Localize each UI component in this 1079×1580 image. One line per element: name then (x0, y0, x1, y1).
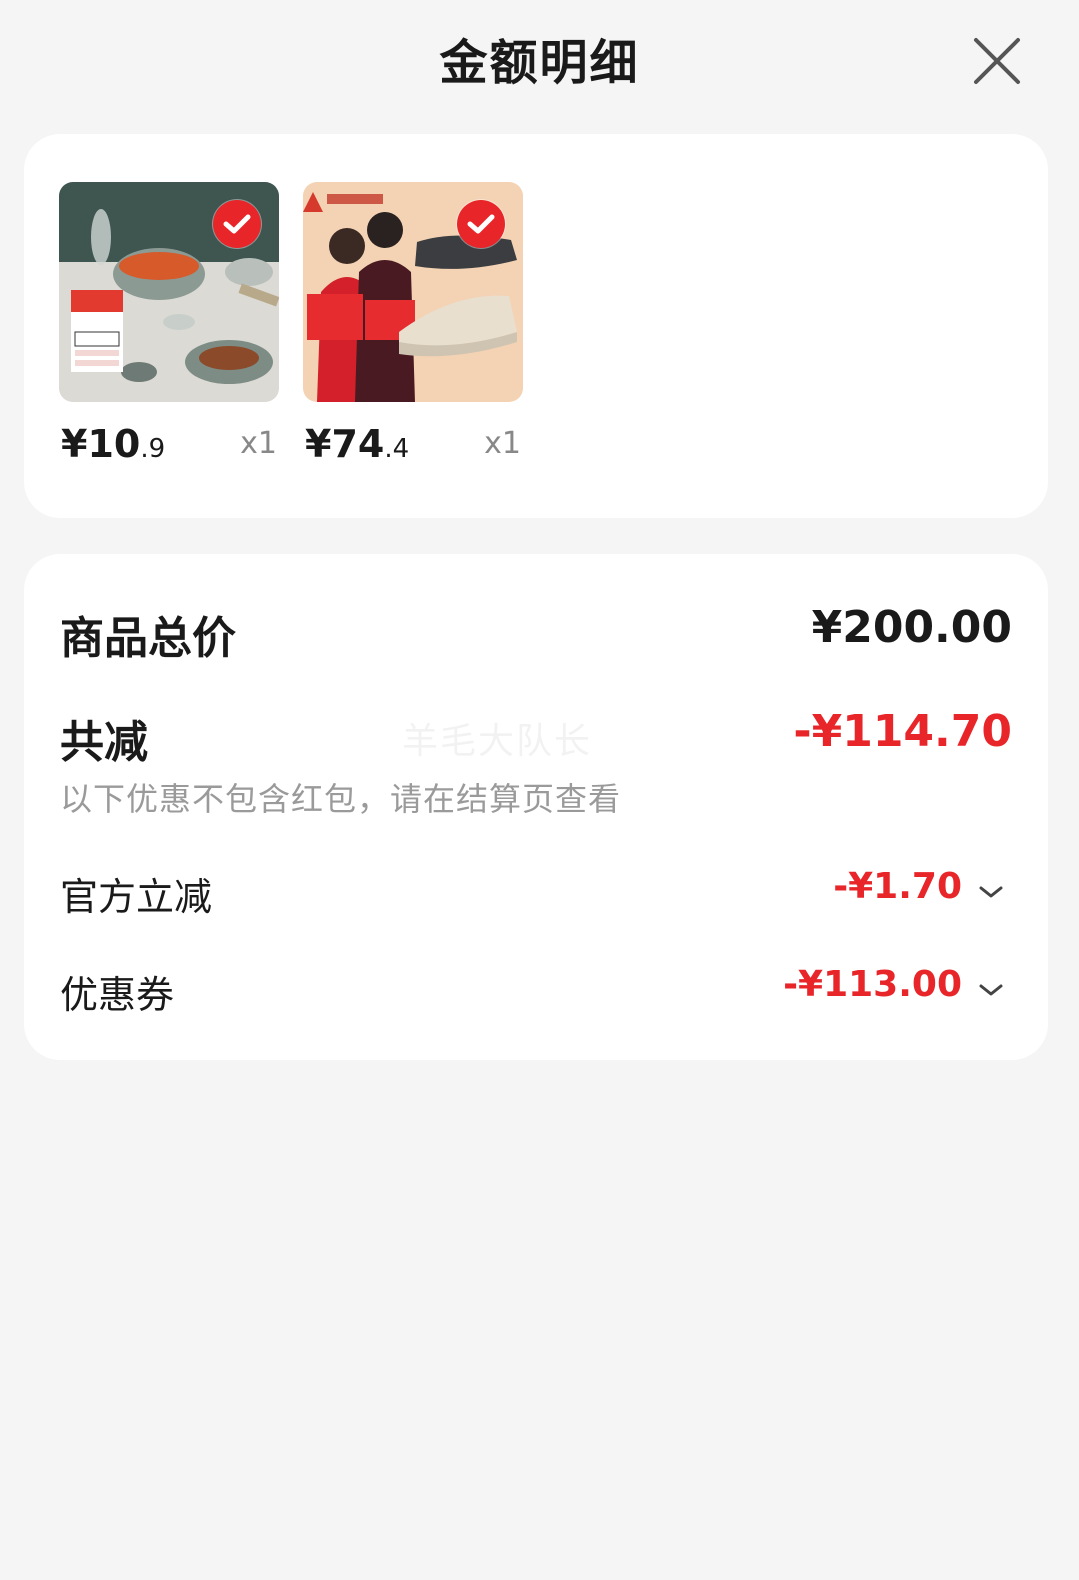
total-discount-row: 共减 -¥114.70 (60, 706, 1012, 768)
close-button[interactable] (966, 30, 1028, 92)
close-icon (974, 38, 1020, 84)
product-price: ¥74.4 (305, 422, 409, 466)
sheet-header: 金额明细 (0, 0, 1079, 130)
check-icon (223, 214, 251, 234)
total-price-row: 商品总价 ¥200.00 (60, 602, 1012, 664)
selected-check-badge[interactable] (213, 200, 261, 248)
coupon-discount-label: 优惠券 (60, 973, 175, 1017)
product-quantity: x1 (240, 426, 277, 461)
product-item[interactable]: ¥74.4 x1 (303, 182, 523, 488)
product-price: ¥10.9 (61, 422, 165, 466)
coupon-discount-value: -¥113.00 (783, 964, 962, 1005)
official-discount-value: -¥1.70 (833, 866, 962, 907)
product-item[interactable]: ¥10.9 x1 (59, 182, 279, 488)
product-price-row: ¥10.9 x1 (59, 418, 279, 488)
official-discount-label: 官方立减 (60, 875, 213, 919)
products-card: ¥10.9 x1 ¥74.4 x1 (24, 134, 1048, 518)
total-discount-value: -¥114.70 (793, 706, 1012, 757)
check-icon (467, 214, 495, 234)
price-decimal: .9 (140, 434, 166, 464)
price-summary-card: 商品总价 ¥200.00 羊毛大队长 共减 -¥114.70 以下优惠不包含红包… (24, 554, 1048, 1060)
product-quantity: x1 (484, 426, 521, 461)
chevron-down-icon[interactable] (978, 982, 1004, 998)
product-image-tableware[interactable] (59, 182, 279, 402)
price-currency: ¥ (305, 422, 332, 466)
amount-detail-sheet: 金额明细 ¥10.9 x1 ¥74.4 x1 商品总价 ¥200.00 羊毛大队… (0, 0, 1079, 1580)
price-decimal: .4 (384, 434, 410, 464)
total-discount-label: 共减 (60, 717, 148, 768)
product-price-row: ¥74.4 x1 (303, 418, 523, 488)
discount-note: 以下优惠不包含红包，请在结算页查看 (60, 780, 622, 818)
page-title: 金额明细 (439, 35, 640, 91)
price-currency: ¥ (61, 422, 88, 466)
chevron-down-icon[interactable] (978, 884, 1004, 900)
product-image-shoes[interactable] (303, 182, 523, 402)
price-integer: 74 (331, 422, 385, 466)
total-price-value: ¥200.00 (811, 602, 1012, 653)
official-discount-row[interactable]: 官方立减 -¥1.70 (60, 866, 1012, 922)
coupon-discount-row[interactable]: 优惠券 -¥113.00 (60, 964, 1012, 1020)
selected-check-badge[interactable] (457, 200, 505, 248)
total-price-label: 商品总价 (60, 613, 236, 664)
price-integer: 10 (87, 422, 141, 466)
